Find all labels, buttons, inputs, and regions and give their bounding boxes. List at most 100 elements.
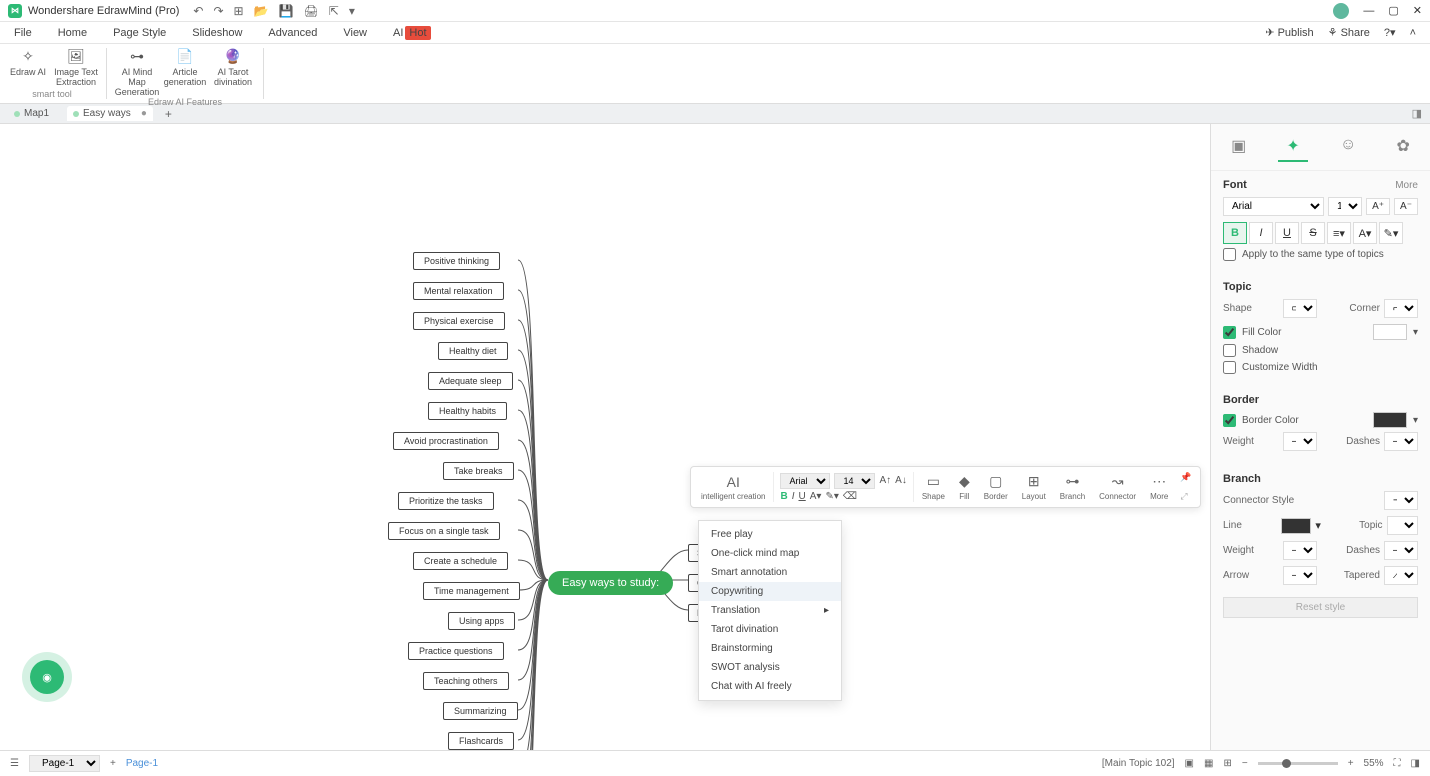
align-button[interactable]: ≡▾ <box>1327 222 1351 244</box>
view-mode-1-icon[interactable]: ▣ <box>1185 758 1194 769</box>
branch-weight-select[interactable]: — <box>1283 541 1317 560</box>
tab-easy-ways[interactable]: Easy ways● <box>67 106 153 121</box>
float-size-select[interactable]: 14 <box>834 473 875 489</box>
ai-mindmap-button[interactable]: ⊶AI Mind Map Generation <box>115 46 159 97</box>
leaf-topic[interactable]: Flashcards <box>448 732 514 750</box>
help-icon[interactable]: ?▾ <box>1384 26 1396 39</box>
more-qat-icon[interactable]: ▾ <box>349 4 355 18</box>
font-size-select[interactable]: 14 <box>1328 197 1362 216</box>
italic-toggle[interactable]: I <box>1249 222 1273 244</box>
outline-icon[interactable]: ☰ <box>10 758 19 769</box>
branch-button[interactable]: ⊶Branch <box>1054 471 1091 503</box>
shape-button[interactable]: ▭Shape <box>916 471 951 503</box>
toggle-panel-icon[interactable]: ◨ <box>1412 107 1422 120</box>
leaf-topic[interactable]: Using apps <box>448 612 515 630</box>
add-tab-button[interactable]: + <box>165 107 172 121</box>
menu-page-style[interactable]: Page Style <box>113 27 166 39</box>
ai-creation-button[interactable]: AIintelligent creation <box>695 472 771 503</box>
text-color-button[interactable]: A▾ <box>1353 222 1377 244</box>
branch-topic-select[interactable] <box>1387 516 1418 535</box>
context-item[interactable]: SWOT analysis <box>699 658 841 677</box>
add-page-button[interactable]: + <box>110 758 116 769</box>
corner-select[interactable]: ⌐ <box>1384 299 1418 318</box>
fit-screen-icon[interactable]: ⛶ <box>1394 758 1401 769</box>
font-more-link[interactable]: More <box>1395 180 1418 191</box>
save-icon[interactable]: 💾 <box>279 4 294 18</box>
page-select[interactable]: Page-1 <box>29 755 100 772</box>
float-font-select[interactable]: Arial <box>780 473 830 489</box>
arrow-select[interactable]: — <box>1283 566 1317 585</box>
strike-toggle[interactable]: S <box>1301 222 1325 244</box>
tapered-select[interactable]: ⟋ <box>1384 566 1418 585</box>
border-color-swatch[interactable] <box>1373 412 1407 428</box>
print-icon[interactable]: 🖨 <box>304 4 319 18</box>
layout-button[interactable]: ⊞Layout <box>1016 471 1052 503</box>
border-dashes-select[interactable]: — <box>1384 432 1418 451</box>
shrink-font-button[interactable]: A⁻ <box>1394 198 1418 215</box>
context-item[interactable]: Tarot divination <box>699 620 841 639</box>
leaf-topic[interactable]: Create a schedule <box>413 552 508 570</box>
border-weight-select[interactable]: — <box>1283 432 1317 451</box>
canvas-workspace[interactable]: Easy ways to study: Positive thinkingMen… <box>0 124 1210 750</box>
article-gen-button[interactable]: 📄Article generation <box>163 46 207 97</box>
leaf-topic[interactable]: Avoid procrastination <box>393 432 499 450</box>
leaf-topic[interactable]: Practice questions <box>408 642 504 660</box>
font-color-button[interactable]: A▾ <box>810 491 822 502</box>
clear-format-button[interactable]: ⌫ <box>843 491 857 502</box>
fill-color-swatch[interactable] <box>1373 324 1407 340</box>
menu-file[interactable]: File <box>14 27 32 39</box>
minimize-button[interactable]: — <box>1363 5 1374 17</box>
increase-font-icon[interactable]: A↑ <box>879 475 891 486</box>
menu-view[interactable]: View <box>343 27 367 39</box>
open-icon[interactable]: 📂 <box>254 4 269 18</box>
bold-toggle[interactable]: B <box>1223 222 1247 244</box>
highlight-color-button[interactable]: ✎▾ <box>1379 222 1403 244</box>
tarot-button[interactable]: 🔮AI Tarot divination <box>211 46 255 97</box>
leaf-topic[interactable]: Prioritize the tasks <box>398 492 494 510</box>
context-item[interactable]: Chat with AI freely <box>699 677 841 696</box>
shadow-check[interactable]: Shadow <box>1223 344 1418 357</box>
reset-style-button[interactable]: Reset style <box>1223 597 1418 618</box>
menu-slideshow[interactable]: Slideshow <box>192 27 242 39</box>
leaf-topic[interactable]: Take breaks <box>443 462 514 480</box>
decrease-font-icon[interactable]: A↓ <box>895 475 907 486</box>
new-icon[interactable]: ⊞ <box>234 4 244 18</box>
context-item[interactable]: Smart annotation <box>699 563 841 582</box>
zoom-in-button[interactable]: + <box>1348 758 1354 769</box>
publish-button[interactable]: ✈ Publish <box>1265 26 1313 39</box>
leaf-topic[interactable]: Teaching others <box>423 672 509 690</box>
border-button[interactable]: ▢Border <box>978 471 1014 503</box>
leaf-topic[interactable]: Healthy diet <box>438 342 508 360</box>
panel-tab-theme[interactable]: ✿ <box>1388 132 1417 162</box>
image-text-extraction-button[interactable]: 🖼Image Text Extraction <box>54 46 98 87</box>
view-mode-2-icon[interactable]: ▦ <box>1204 758 1213 769</box>
ai-fab-button[interactable]: ◉ <box>30 660 64 694</box>
export-icon[interactable]: ⇱ <box>329 4 339 18</box>
context-item[interactable]: One-click mind map <box>699 544 841 563</box>
fullscreen-icon[interactable]: ◨ <box>1411 758 1420 769</box>
highlight-button[interactable]: ✎▾ <box>825 491 838 502</box>
leaf-topic[interactable]: Positive thinking <box>413 252 500 270</box>
center-topic[interactable]: Easy ways to study: <box>548 571 673 595</box>
zoom-value[interactable]: 55% <box>1364 758 1384 769</box>
redo-icon[interactable]: ↷ <box>213 4 223 18</box>
custom-width-check[interactable]: Customize Width <box>1223 361 1418 374</box>
leaf-topic[interactable]: Focus on a single task <box>388 522 500 540</box>
underline-button[interactable]: U <box>799 491 806 502</box>
expand-icon[interactable]: ⤢ <box>1180 491 1191 502</box>
more-button[interactable]: ⋯More <box>1144 471 1174 503</box>
leaf-topic[interactable]: Physical exercise <box>413 312 505 330</box>
connector-button[interactable]: ↝Connector <box>1093 471 1142 503</box>
user-avatar[interactable] <box>1333 3 1349 19</box>
panel-tab-style[interactable]: ▣ <box>1223 132 1254 162</box>
zoom-out-button[interactable]: − <box>1242 758 1248 769</box>
maximize-button[interactable]: ▢ <box>1388 4 1398 17</box>
line-color-swatch[interactable] <box>1281 518 1312 534</box>
shape-select[interactable]: ▭ <box>1283 299 1317 318</box>
leaf-topic[interactable]: Adequate sleep <box>428 372 513 390</box>
panel-tab-format[interactable]: ✦ <box>1278 132 1307 162</box>
leaf-topic[interactable]: Summarizing <box>443 702 518 720</box>
zoom-slider[interactable] <box>1258 762 1338 765</box>
grow-font-button[interactable]: A⁺ <box>1366 198 1390 215</box>
font-family-select[interactable]: Arial <box>1223 197 1324 216</box>
